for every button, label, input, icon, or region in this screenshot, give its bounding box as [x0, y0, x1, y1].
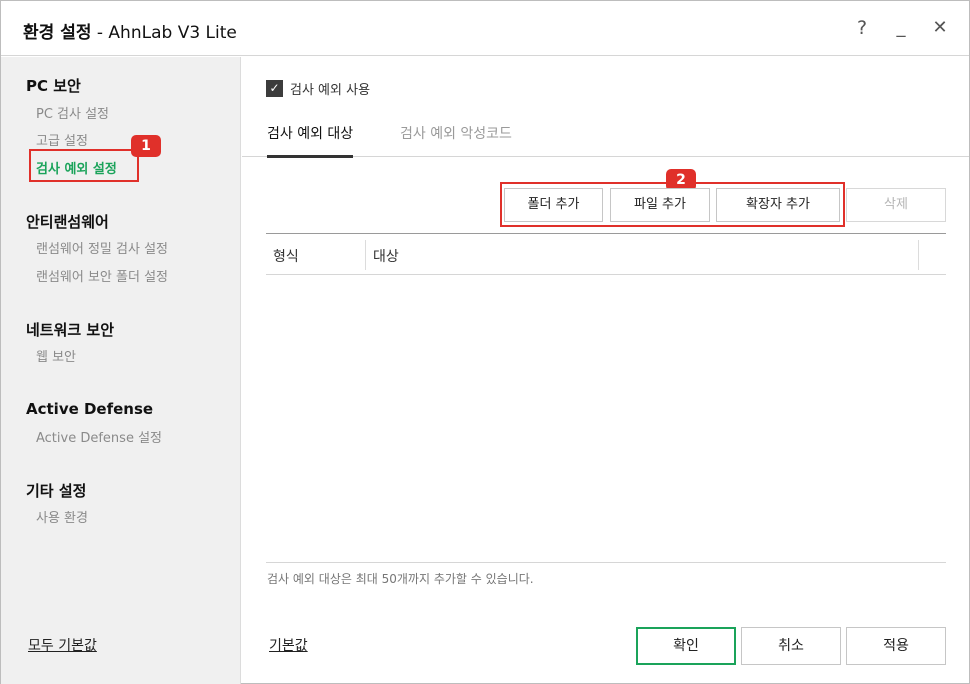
step-badge-1: 1	[131, 135, 161, 157]
table-header: 형식 대상	[266, 233, 946, 275]
add-file-button[interactable]: 파일 추가	[610, 188, 710, 222]
cancel-button[interactable]: 취소	[741, 627, 841, 665]
sidebar-item-web-security[interactable]: 웹 보안	[36, 346, 76, 365]
column-divider[interactable]	[365, 240, 366, 270]
sidebar-item-environment[interactable]: 사용 환경	[36, 507, 88, 526]
apply-button[interactable]: 적용	[846, 627, 946, 665]
enable-exclusion-label: 검사 예외 사용	[290, 83, 371, 98]
reset-all-link[interactable]: 모두 기본값	[28, 635, 97, 655]
window-title-main: 환경 설정	[23, 23, 92, 43]
list-divider	[266, 562, 946, 563]
sidebar: PC 보안 PC 검사 설정 고급 설정 검사 예외 설정 1 안티랜섬웨어 랜…	[1, 57, 241, 684]
sidebar-item-scan-exclusion[interactable]: 검사 예외 설정	[36, 158, 117, 177]
title-bar: 환경 설정 - AhnLab V3 Lite ? _ ✕	[1, 1, 969, 56]
reset-default-link[interactable]: 기본값	[269, 635, 308, 655]
sidebar-section-anti-ransomware[interactable]: 안티랜섬웨어	[26, 211, 109, 232]
sidebar-item-ransomware-scan[interactable]: 랜섬웨어 정밀 검사 설정	[36, 238, 168, 257]
column-header-type[interactable]: 형식	[273, 246, 299, 266]
close-button[interactable]: ✕	[927, 15, 953, 41]
minimize-button[interactable]: _	[888, 15, 914, 41]
sidebar-item-active-defense-settings[interactable]: Active Defense 설정	[36, 427, 162, 446]
sidebar-item-pc-scan-settings[interactable]: PC 검사 설정	[36, 103, 109, 122]
add-folder-button[interactable]: 폴더 추가	[504, 188, 603, 222]
main-panel: ✓ 검사 예외 사용 검사 예외 대상 검사 예외 악성코드 2 폴더 추가 파…	[242, 57, 969, 684]
window-title-app: - AhnLab V3 Lite	[91, 23, 237, 43]
sidebar-section-active-defense[interactable]: Active Defense	[26, 400, 153, 418]
limit-note: 검사 예외 대상은 최대 50개까지 추가할 수 있습니다.	[267, 572, 534, 586]
checkbox-checked-icon[interactable]: ✓	[266, 80, 283, 97]
sidebar-item-ransomware-folder[interactable]: 랜섬웨어 보안 폴더 설정	[36, 266, 168, 285]
tab-exclusion-targets[interactable]: 검사 예외 대상	[267, 123, 354, 158]
exclusion-table: 형식 대상	[266, 233, 946, 275]
window-title: 환경 설정 - AhnLab V3 Lite	[23, 18, 237, 43]
help-button[interactable]: ?	[849, 15, 875, 41]
column-header-target[interactable]: 대상	[373, 246, 399, 266]
settings-window: 환경 설정 - AhnLab V3 Lite ? _ ✕ PC 보안 PC 검사…	[0, 0, 970, 684]
enable-exclusion-checkbox[interactable]: ✓ 검사 예외 사용	[266, 79, 370, 98]
sidebar-section-pc-security[interactable]: PC 보안	[26, 75, 81, 96]
tab-bar: 검사 예외 대상 검사 예외 악성코드	[242, 117, 969, 158]
add-extension-button[interactable]: 확장자 추가	[716, 188, 840, 222]
sidebar-section-network-security[interactable]: 네트워크 보안	[26, 319, 114, 340]
sidebar-section-other-settings[interactable]: 기타 설정	[26, 480, 86, 501]
sidebar-item-advanced-settings[interactable]: 고급 설정	[36, 130, 88, 149]
delete-button[interactable]: 삭제	[846, 188, 946, 222]
column-divider[interactable]	[918, 240, 919, 270]
ok-button[interactable]: 확인	[636, 627, 736, 665]
tab-exclusion-malware[interactable]: 검사 예외 악성코드	[400, 123, 512, 155]
